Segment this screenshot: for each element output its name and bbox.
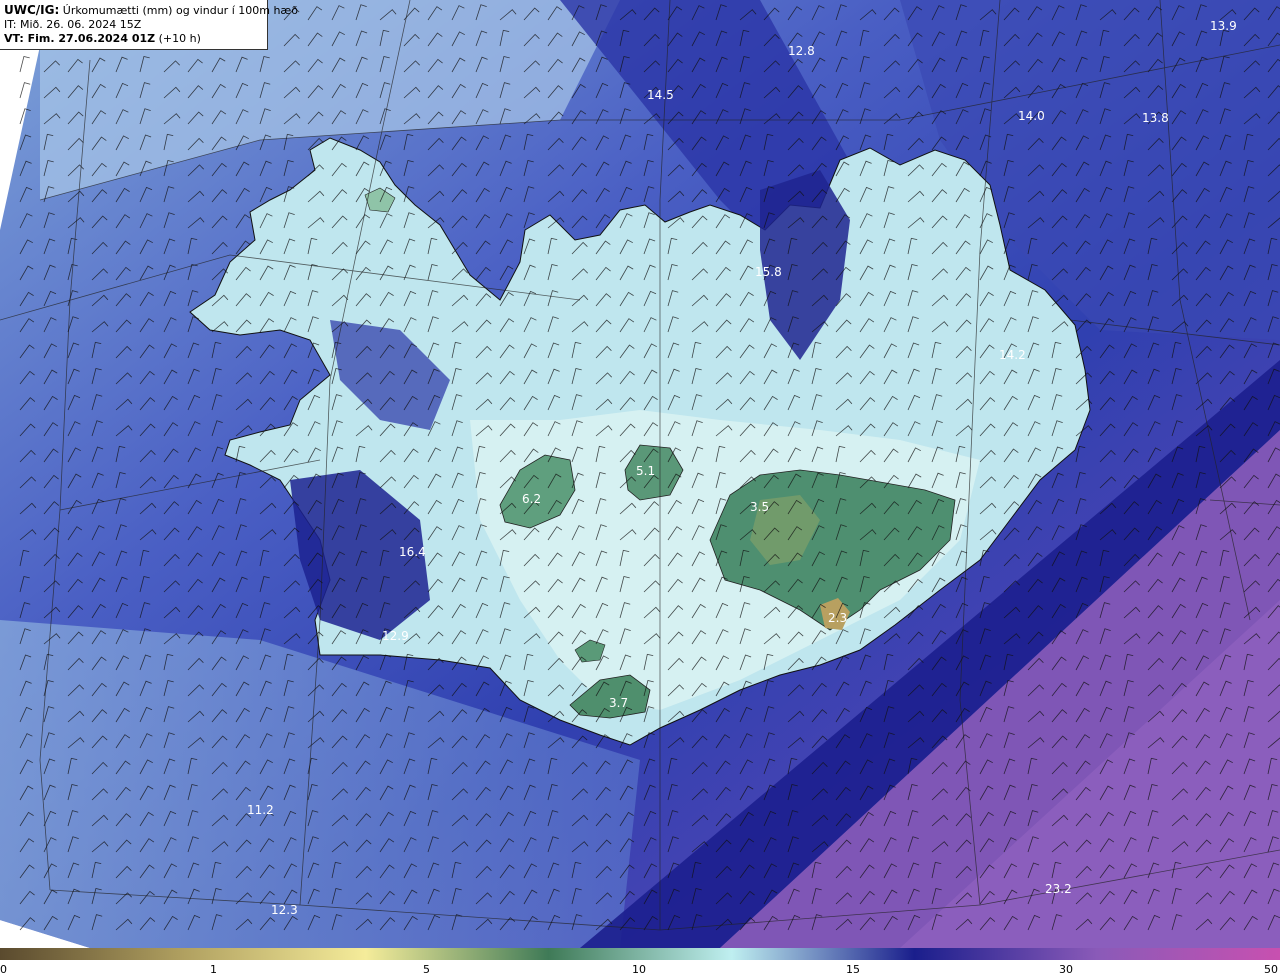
- value-label: 3.7: [609, 696, 628, 710]
- value-label: 13.9: [1210, 19, 1237, 33]
- colorbar-tick-label: 0: [0, 963, 7, 976]
- value-label: 14.5: [647, 88, 674, 102]
- forecast-map: 13.9 12.8 14.5 14.0 13.8 15.8 14.2 5.1 6…: [0, 0, 1280, 978]
- colorbar-tick-label: 1: [210, 963, 217, 976]
- value-label: 12.3: [271, 903, 298, 917]
- value-label: 13.8: [1142, 111, 1169, 125]
- info-issue-time: IT: Mið. 26. 06. 2024 15Z: [4, 18, 142, 31]
- colorbar-tick-label: 5: [423, 963, 430, 976]
- colorbar-tick-label: 10: [632, 963, 646, 976]
- colorbar-tick-label: 15: [846, 963, 860, 976]
- colorbar-tick-label: 50: [1264, 963, 1278, 976]
- map-canvas: 13.9 12.8 14.5 14.0 13.8 15.8 14.2 5.1 6…: [0, 0, 1280, 948]
- value-label: 14.2: [999, 348, 1026, 362]
- colorbar: 0 1 5 10 15 30 50: [0, 948, 1280, 978]
- value-label: 3.5: [750, 500, 769, 514]
- value-label: 14.0: [1018, 109, 1045, 123]
- value-label: 15.8: [755, 265, 782, 279]
- info-valid-time: VT: Fim. 27.06.2024 01Z: [4, 32, 156, 45]
- info-valid-line: VT: Fim. 27.06.2024 01Z (+10 h): [4, 32, 263, 46]
- value-label: 23.2: [1045, 882, 1072, 896]
- info-lead-time: (+10 h): [155, 32, 201, 45]
- colorbar-tick-label: 30: [1059, 963, 1073, 976]
- map-info-box: UWC/IG: Úrkomumætti (mm) og vindur í 100…: [0, 0, 298, 50]
- info-title-rest: Úrkomumætti (mm) og vindur í 100m hæð: [59, 4, 298, 17]
- info-title-prefix: UWC/IG:: [4, 3, 60, 17]
- info-title-line: UWC/IG: Úrkomumætti (mm) og vindur í 100…: [4, 3, 298, 18]
- value-label: 11.2: [247, 803, 274, 817]
- colorbar-gradient: [0, 948, 1280, 960]
- value-label: 2.3: [828, 611, 847, 625]
- value-label: 12.9: [382, 629, 409, 643]
- value-label: 6.2: [522, 492, 541, 506]
- value-label: 12.8: [788, 44, 815, 58]
- value-label: 5.1: [636, 464, 655, 478]
- value-label: 16.4: [399, 545, 426, 559]
